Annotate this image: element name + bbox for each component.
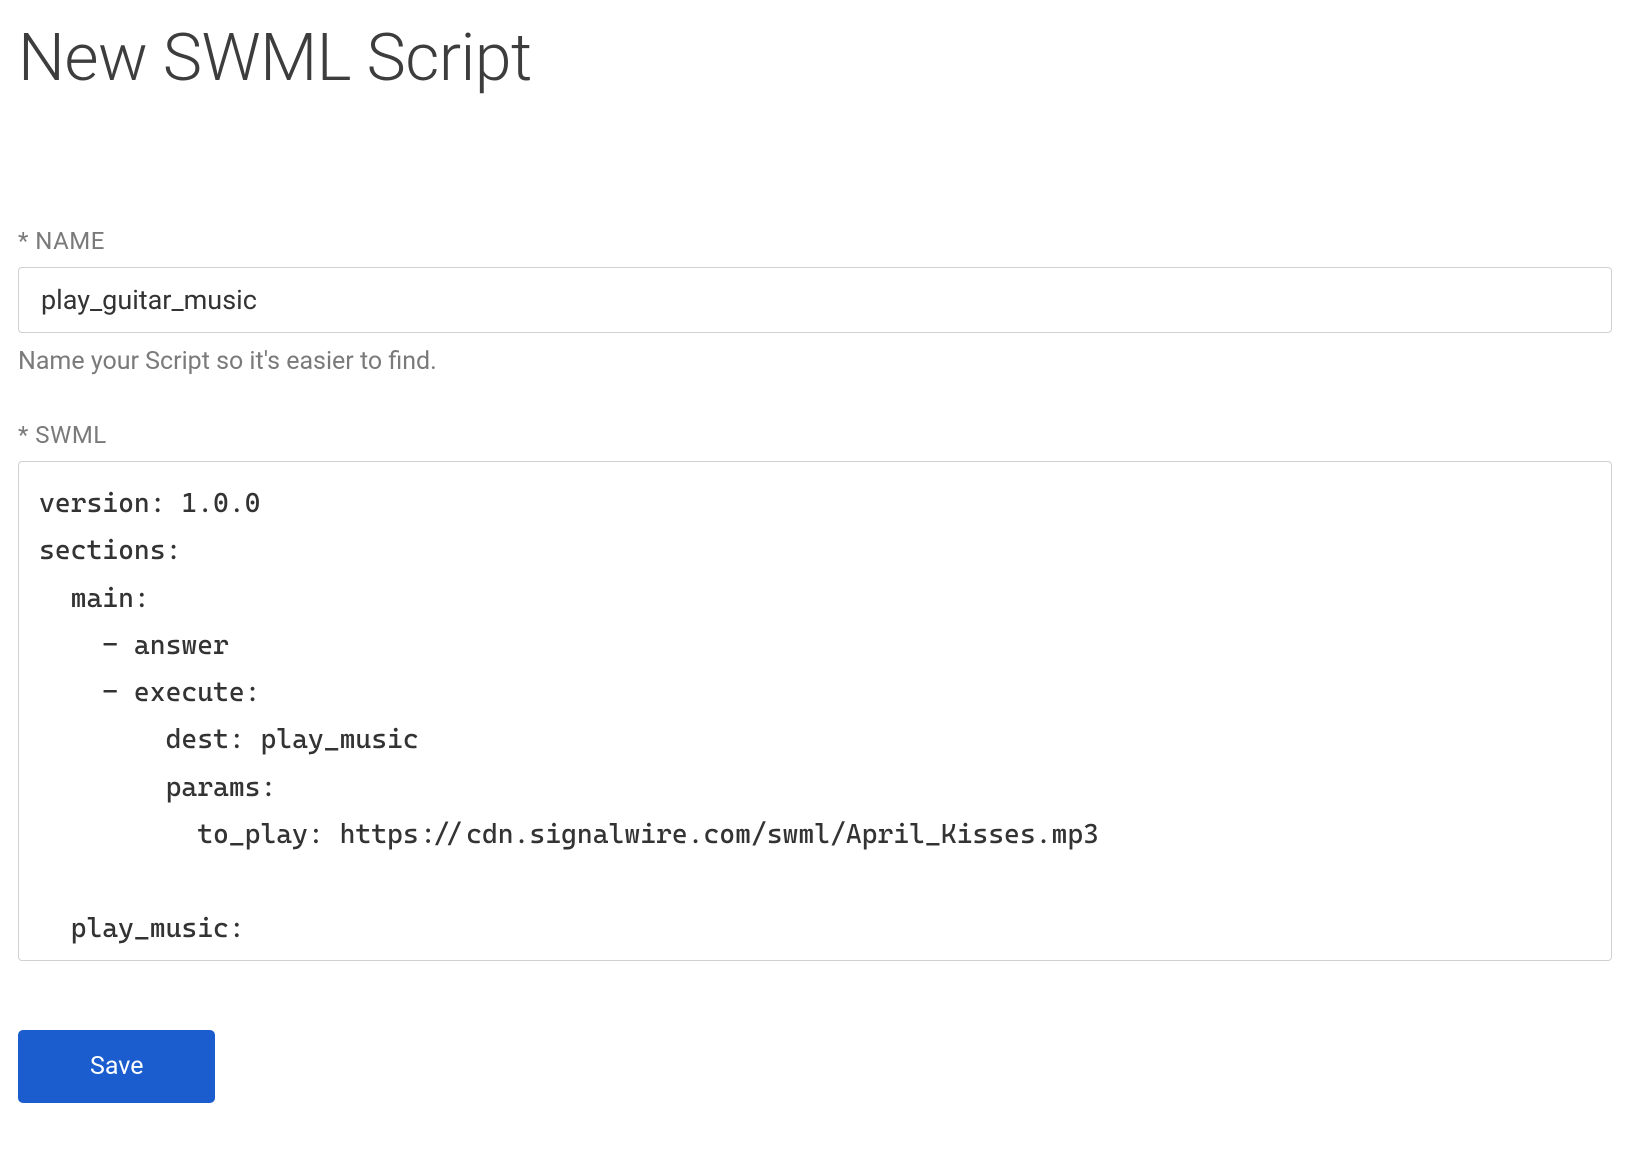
swml-textarea[interactable] — [18, 461, 1612, 961]
swml-field-group: * SWML — [18, 421, 1612, 965]
name-field-group: * NAME Name your Script so it's easier t… — [18, 227, 1612, 376]
name-help-text: Name your Script so it's easier to find. — [18, 347, 1612, 376]
swml-label: * SWML — [18, 421, 1612, 449]
save-button[interactable]: Save — [18, 1030, 215, 1103]
page-title: New SWML Script — [18, 20, 1612, 97]
name-label: * NAME — [18, 227, 1612, 255]
name-input[interactable] — [18, 267, 1612, 333]
